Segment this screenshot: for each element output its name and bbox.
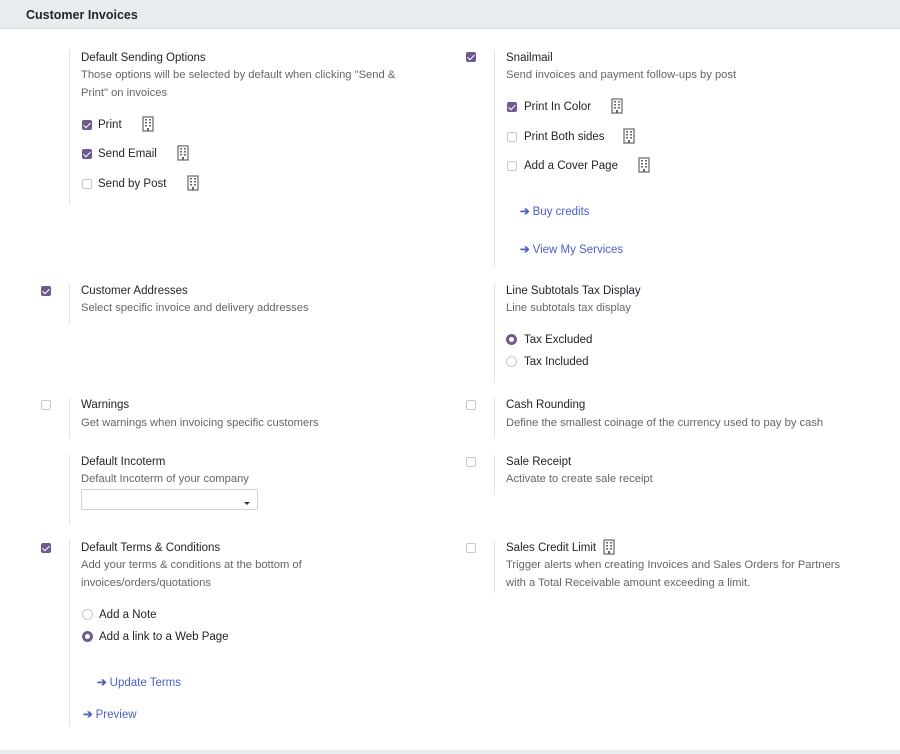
chevron-down-icon	[244, 502, 250, 505]
print-in-color-checkbox[interactable]	[507, 102, 517, 112]
update-terms-link[interactable]: ➔ Update Terms	[97, 675, 181, 689]
terms-desc-2: invoices/orders/quotations	[81, 577, 211, 589]
snailmail-desc: Send invoices and payment follow-ups by …	[506, 69, 737, 81]
terms-desc-1: Add your terms & conditions at the botto…	[81, 559, 302, 571]
add-web-link-radio[interactable]	[82, 631, 93, 642]
add-web-link-label: Add a link to a Web Page	[99, 631, 229, 643]
default-sending-title: Default Sending Options	[81, 52, 206, 64]
building-icon	[177, 145, 189, 161]
send-email-label: Send Email	[98, 148, 157, 160]
send-by-post-label: Send by Post	[98, 178, 167, 190]
snailmail-checkbox[interactable]	[466, 52, 476, 62]
view-my-services-link[interactable]: ➔ View My Services	[520, 242, 623, 256]
warnings-title: Warnings	[81, 399, 130, 411]
warnings-checkbox[interactable]	[41, 400, 51, 410]
cash-rounding-title: Cash Rounding	[506, 399, 586, 411]
send-by-post-checkbox[interactable]	[82, 179, 92, 189]
tax-included-label: Tax Included	[524, 356, 589, 368]
separator	[69, 541, 70, 726]
building-icon	[142, 116, 154, 132]
sale-receipt-checkbox[interactable]	[466, 457, 476, 467]
incoterm-desc: Default Incoterm of your company	[81, 473, 249, 485]
building-icon	[603, 539, 615, 555]
section-title: Customer Invoices	[26, 8, 138, 22]
add-cover-page-label: Add a Cover Page	[524, 160, 618, 172]
print-label: Print	[98, 119, 122, 131]
tax-excluded-radio[interactable]	[506, 334, 517, 345]
separator	[69, 284, 70, 324]
cash-rounding-desc: Define the smallest coinage of the curre…	[506, 417, 824, 429]
warnings-desc: Get warnings when invoicing specific cus…	[81, 417, 319, 429]
building-icon	[187, 175, 199, 191]
default-sending-desc-2: Print" on invoices	[81, 87, 168, 99]
separator	[494, 455, 495, 495]
separator	[494, 541, 495, 593]
sale-receipt-title: Sale Receipt	[506, 456, 572, 468]
terms-checkbox[interactable]	[41, 543, 51, 553]
tax-included-radio[interactable]	[506, 356, 517, 367]
line-subtotals-title: Line Subtotals Tax Display	[506, 285, 641, 297]
preview-label: Preview	[95, 709, 137, 721]
credit-limit-checkbox[interactable]	[466, 543, 476, 553]
print-in-color-label: Print In Color	[524, 101, 592, 113]
default-sending-desc-1: Those options will be selected by defaul…	[81, 69, 396, 81]
snailmail-title: Snailmail	[506, 52, 553, 64]
credit-limit-title: Sales Credit Limit	[506, 542, 597, 554]
update-terms-label: Update Terms	[109, 677, 182, 689]
cash-rounding-checkbox[interactable]	[466, 400, 476, 410]
incoterm-select[interactable]	[81, 489, 258, 510]
customer-addresses-checkbox[interactable]	[41, 286, 51, 296]
print-both-sides-label: Print Both sides	[524, 131, 605, 143]
credit-limit-desc-2: with a Total Receivable amount exceeding…	[506, 577, 751, 589]
section-header: Customer Invoices	[0, 0, 900, 29]
customer-addresses-title: Customer Addresses	[81, 285, 188, 297]
buy-credits-label: Buy credits	[532, 206, 590, 218]
separator	[494, 50, 495, 267]
incoterm-title: Default Incoterm	[81, 456, 166, 468]
separator	[69, 50, 70, 203]
arrow-right-icon: ➔	[97, 677, 107, 689]
print-both-sides-checkbox[interactable]	[507, 132, 517, 142]
buy-credits-link[interactable]: ➔ Buy credits	[520, 204, 590, 218]
tax-excluded-label: Tax Excluded	[524, 334, 593, 346]
add-cover-page-checkbox[interactable]	[507, 161, 517, 171]
print-checkbox[interactable]	[82, 120, 92, 130]
building-icon	[638, 157, 650, 173]
add-note-label: Add a Note	[99, 609, 157, 621]
separator	[69, 455, 70, 523]
sale-receipt-desc: Activate to create sale receipt	[506, 473, 653, 485]
credit-limit-desc-1: Trigger alerts when creating Invoices an…	[506, 559, 841, 571]
arrow-right-icon: ➔	[520, 206, 530, 218]
terms-title: Default Terms & Conditions	[81, 542, 221, 554]
building-icon	[623, 128, 635, 144]
arrow-right-icon: ➔	[520, 244, 530, 256]
add-note-radio[interactable]	[82, 609, 93, 620]
send-email-checkbox[interactable]	[82, 149, 92, 159]
bottom-divider	[0, 750, 900, 754]
line-subtotals-desc: Line subtotals tax display	[506, 302, 632, 314]
building-icon	[611, 98, 623, 114]
separator	[69, 398, 70, 438]
separator	[494, 398, 495, 438]
preview-link[interactable]: ➔ Preview	[83, 707, 137, 721]
arrow-right-icon: ➔	[83, 709, 93, 721]
separator	[494, 284, 495, 383]
customer-addresses-desc: Select specific invoice and delivery add…	[81, 302, 309, 314]
view-my-services-label: View My Services	[532, 244, 624, 256]
